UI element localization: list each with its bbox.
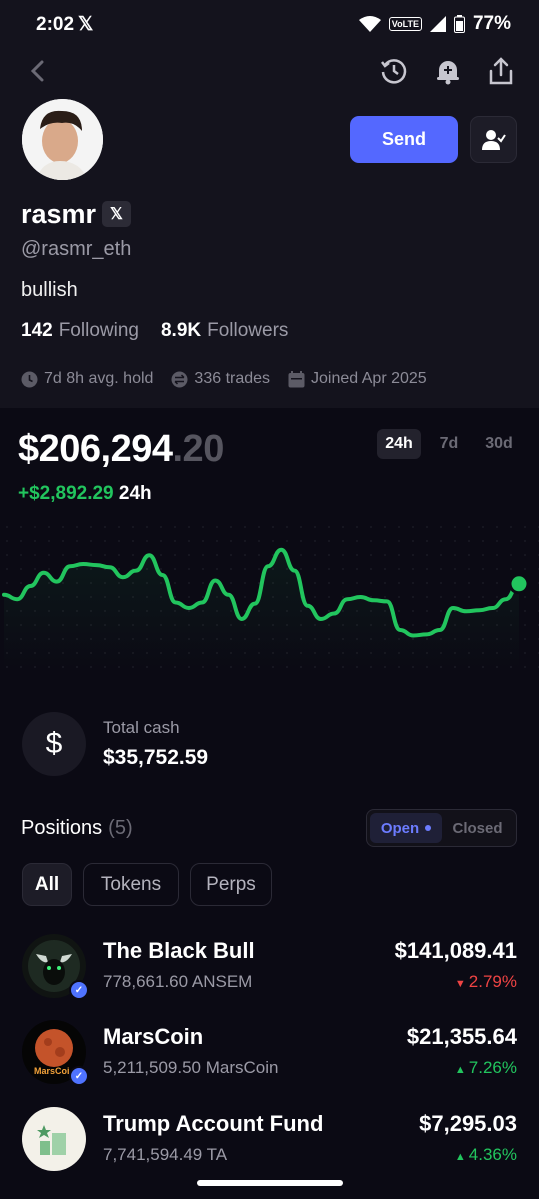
balance-decimal: .20: [172, 428, 225, 470]
position-change-value: 4.36%: [468, 1145, 517, 1164]
battery-icon: [453, 15, 465, 33]
position-change: ▲ 7.26%: [455, 1058, 517, 1078]
filter-tokens[interactable]: Tokens: [83, 863, 179, 906]
open-label: Open: [380, 819, 420, 837]
portfolio-chart: [0, 520, 539, 670]
balance-main: $206,294: [18, 428, 173, 470]
position-name: The Black Bull: [103, 938, 255, 963]
following-count: 142: [21, 320, 53, 341]
position-row[interactable]: MarsCoi ✓ MarsCoin 5,211,509.50 MarsCoin…: [0, 1020, 539, 1106]
calendar-icon: [288, 370, 305, 387]
home-indicator[interactable]: [197, 1180, 343, 1186]
position-change: ▼ 2.79%: [455, 972, 517, 992]
position-name: Trump Account Fund: [103, 1111, 324, 1136]
history-icon[interactable]: [379, 56, 409, 86]
range-30d[interactable]: 30d: [477, 429, 521, 459]
status-right: VoLTE 77%: [358, 13, 511, 35]
trump-account-fund-icon: [22, 1107, 86, 1171]
profile-meta: 7d 8h avg. hold 336 trades Joined Apr 20…: [21, 370, 427, 388]
filter-perps[interactable]: Perps: [190, 863, 272, 906]
positions-count: (5): [108, 817, 133, 839]
closed-tab[interactable]: Closed: [442, 820, 513, 837]
profile-name: rasmr: [21, 199, 97, 229]
open-closed-toggle: Open Closed: [366, 809, 517, 847]
positions-title: Positions (5): [21, 817, 133, 840]
swap-icon: [171, 371, 188, 387]
volte-badge: VoLTE: [388, 17, 422, 31]
user-check-icon: [481, 129, 506, 150]
position-amount: 778,661.60 ANSEM: [103, 972, 253, 991]
portfolio-change: +$2,892.29 24h: [18, 483, 152, 505]
followers-link[interactable]: 8.9K Followers: [161, 320, 288, 342]
position-row[interactable]: ✓ The Black Bull 778,661.60 ANSEM $141,0…: [0, 934, 539, 1020]
down-arrow-icon: ▼: [454, 978, 469, 990]
profile-handle: @rasmr_eth: [21, 238, 132, 260]
open-tab[interactable]: Open: [370, 813, 442, 843]
x-link-badge[interactable]: 𝕏: [102, 201, 131, 227]
position-change-value: 2.79%: [468, 972, 517, 991]
following-link[interactable]: 142 Following: [21, 320, 139, 342]
change-amount: +$2,892.29: [18, 483, 114, 504]
bell-add-icon[interactable]: [433, 56, 463, 86]
chart-end-point: [508, 573, 530, 595]
marscoin-icon-text: MarsCoi: [34, 1066, 70, 1076]
trades: 336 trades: [171, 370, 270, 388]
avatar[interactable]: [22, 99, 103, 180]
portfolio-balance: $206,294.20: [18, 428, 224, 471]
position-value: $21,355.64: [406, 1024, 517, 1049]
status-time: 2:02: [36, 14, 75, 35]
followers-label: Followers: [207, 320, 289, 341]
position-change: ▲ 4.36%: [455, 1145, 517, 1165]
total-cash-value: $35,752.59: [103, 746, 209, 769]
open-dot: [425, 825, 432, 831]
range-7d[interactable]: 7d: [427, 429, 471, 459]
change-period: 24h: [118, 483, 152, 504]
joined: Joined Apr 2025: [288, 370, 427, 388]
avg-hold-text: 7d 8h avg. hold: [44, 370, 154, 387]
filter-all[interactable]: All: [22, 863, 72, 906]
up-arrow-icon: ▲: [454, 1064, 469, 1076]
avg-hold: 7d 8h avg. hold: [21, 370, 153, 388]
send-button[interactable]: Send: [350, 116, 458, 163]
trades-text: 336 trades: [194, 370, 271, 387]
range-selector: 24h 7d 30d: [377, 429, 521, 459]
x-notification-icon: 𝕏: [78, 14, 94, 35]
back-icon[interactable]: [24, 58, 50, 84]
follow-stats: 142 Following 8.9K Followers: [21, 320, 288, 342]
followers-count: 8.9K: [160, 320, 202, 341]
position-amount: 7,741,594.49 TA: [103, 1145, 228, 1164]
position-amount: 5,211,509.50 MarsCoin: [103, 1058, 279, 1077]
wifi-icon: [358, 16, 381, 32]
position-name: MarsCoin: [103, 1024, 204, 1049]
dollar-icon: $: [22, 712, 86, 776]
position-value: $7,295.03: [419, 1111, 517, 1136]
verified-icon: ✓: [69, 980, 89, 1000]
profile-bio: bullish: [21, 279, 78, 301]
signal-icon: [429, 16, 446, 32]
battery-percent: 77%: [472, 13, 511, 34]
positions-label: Positions: [21, 817, 103, 839]
joined-text: Joined Apr 2025: [311, 370, 427, 387]
follow-user-button[interactable]: [470, 116, 517, 163]
position-change-value: 7.26%: [468, 1058, 517, 1077]
up-arrow-icon: ▲: [454, 1151, 469, 1163]
total-cash-label: Total cash: [103, 718, 180, 737]
verified-icon: ✓: [69, 1066, 89, 1086]
range-24h[interactable]: 24h: [377, 429, 421, 459]
share-icon[interactable]: [486, 55, 516, 87]
following-label: Following: [58, 320, 139, 341]
position-value: $141,089.41: [394, 938, 517, 963]
clock-icon: [21, 371, 38, 387]
